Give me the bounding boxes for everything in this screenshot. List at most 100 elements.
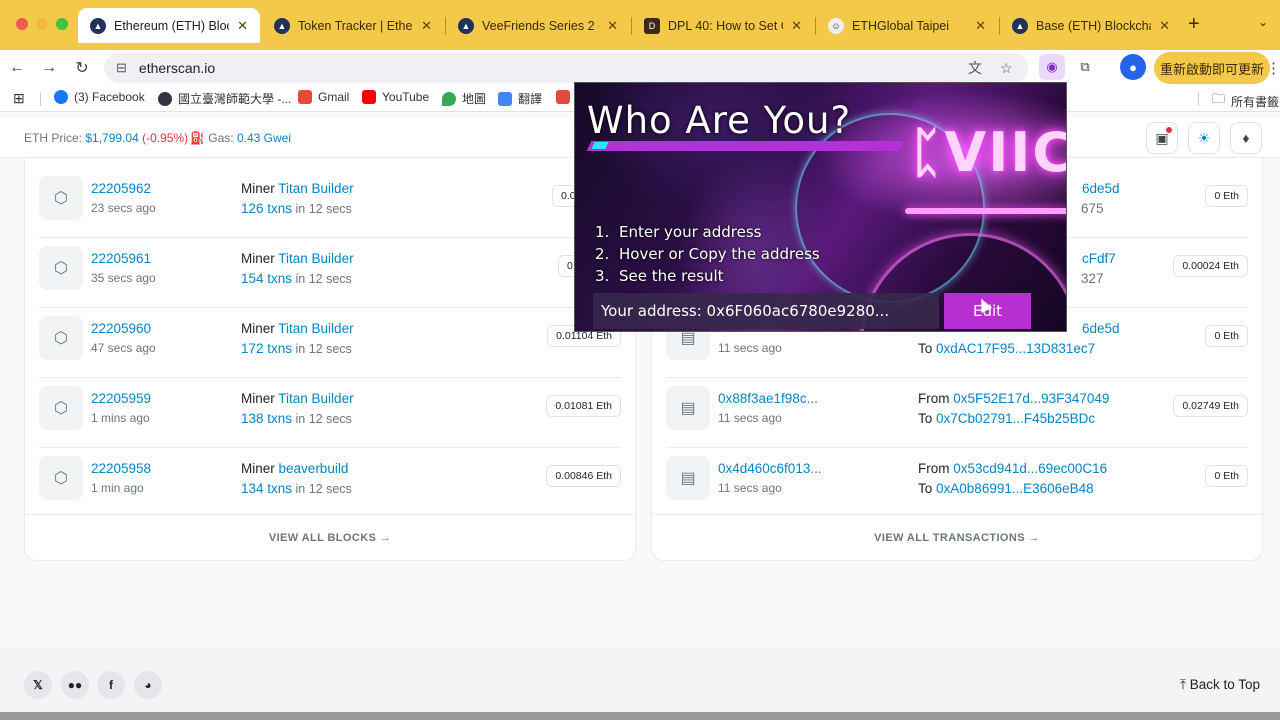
maximize-window-button[interactable] bbox=[56, 18, 68, 30]
txns-link[interactable]: 138 txns bbox=[241, 411, 292, 426]
tab-etherscan-home[interactable]: ▲ Ethereum (ETH) Blockc ✕ bbox=[78, 8, 260, 43]
tx-to-link[interactable]: 675 bbox=[1081, 201, 1104, 216]
tx-from: From 0x5F52E17d...93F347049 bbox=[918, 391, 1109, 406]
extensions-puzzle-icon[interactable]: ⧉ bbox=[1072, 54, 1098, 80]
block-number-link[interactable]: 22205958 bbox=[91, 461, 151, 476]
tab-search-chevron-icon[interactable]: ⌄ bbox=[1258, 15, 1268, 29]
bookmark-youtube[interactable]: YouTube bbox=[362, 90, 429, 104]
site-settings-icon[interactable]: ⊟ bbox=[116, 60, 127, 76]
close-tab-icon[interactable]: ✕ bbox=[237, 18, 248, 34]
all-bookmarks[interactable]: 🗀 所有書籤 bbox=[1212, 90, 1279, 112]
tab-token-tracker[interactable]: ▲ Token Tracker | Etherscan ✕ bbox=[262, 8, 444, 43]
block-cube-icon: ⬡ bbox=[39, 176, 83, 220]
tx-to-link[interactable]: 327 bbox=[1081, 271, 1104, 286]
minimize-window-button[interactable] bbox=[36, 18, 48, 30]
tx-from-link[interactable]: 0x53cd941d...69ec00C16 bbox=[953, 461, 1107, 476]
extension-popup-icon[interactable]: ◉ bbox=[1039, 54, 1065, 80]
chrome-menu-icon[interactable]: ⋮ bbox=[1266, 59, 1280, 77]
ethereum-network-icon[interactable]: ♦ bbox=[1230, 122, 1262, 154]
miner-link[interactable]: Titan Builder bbox=[278, 391, 353, 406]
tx-from-link[interactable]: 6de5d bbox=[1082, 181, 1120, 196]
tx-hash-link[interactable]: 0x4d460c6f013... bbox=[718, 461, 822, 476]
theme-toggle-icon[interactable]: ☀ bbox=[1188, 122, 1220, 154]
medium-icon[interactable]: ●● bbox=[61, 671, 89, 699]
back-button[interactable]: ← bbox=[5, 56, 29, 80]
miner-label: Miner bbox=[241, 181, 275, 196]
miner-link[interactable]: beaverbuild bbox=[279, 461, 349, 476]
miner-label: Miner bbox=[241, 321, 275, 336]
block-number-link[interactable]: 22205962 bbox=[91, 181, 151, 196]
tab-label: Base (ETH) Blockchain bbox=[1036, 18, 1151, 33]
bookmark-facebook[interactable]: (3) Facebook bbox=[54, 90, 145, 104]
tx-to-link[interactable]: 0xA0b86991...E3606eB48 bbox=[936, 481, 1094, 496]
txns-time: in 12 secs bbox=[295, 482, 352, 496]
txns-link[interactable]: 172 txns bbox=[241, 341, 292, 356]
tab-veefriends[interactable]: ▲ VeeFriends Series 2 (VF ✕ bbox=[446, 8, 630, 43]
view-all-blocks-link[interactable]: VIEW ALL BLOCKS → bbox=[25, 514, 635, 560]
page-footer: 𝕏 ●● f ◕ ⤒ Back to Top bbox=[0, 648, 1280, 720]
bookmark-star-icon[interactable]: ☆ bbox=[1000, 53, 1013, 83]
block-reward: 0.01081 Eth bbox=[546, 395, 621, 417]
new-tab-button[interactable]: + bbox=[1188, 13, 1200, 35]
view-all-transactions-link[interactable]: VIEW ALL TRANSACTIONS → bbox=[652, 514, 1262, 560]
reddit-icon[interactable]: ◕ bbox=[134, 671, 162, 699]
miner-link[interactable]: Titan Builder bbox=[278, 251, 353, 266]
ntnu-icon bbox=[158, 91, 172, 106]
eth-price-link[interactable]: $1,799.04 bbox=[85, 131, 138, 145]
translate-icon[interactable]: 文 bbox=[968, 53, 982, 83]
tx-from-link[interactable]: cFdf7 bbox=[1082, 251, 1116, 266]
gas-stat: ⛽ Gas: 0.43 Gwei bbox=[190, 131, 291, 145]
ethglobal-favicon-icon: ☺ bbox=[828, 17, 844, 34]
tx-from-link[interactable]: 0x5F52E17d...93F347049 bbox=[953, 391, 1109, 406]
txns-link[interactable]: 134 txns bbox=[241, 481, 292, 496]
txns-link[interactable]: 154 txns bbox=[241, 271, 292, 286]
close-tab-icon[interactable]: ✕ bbox=[607, 18, 618, 34]
reload-button[interactable]: ↻ bbox=[70, 56, 94, 80]
profile-avatar[interactable]: ● bbox=[1120, 54, 1146, 80]
miner-link[interactable]: Titan Builder bbox=[278, 181, 353, 196]
gmail-icon bbox=[556, 90, 570, 104]
tx-to-link[interactable]: 0xdAC17F95...13D831ec7 bbox=[936, 341, 1095, 356]
tab-dpl40[interactable]: D DPL 40: How to Set Cu ✕ bbox=[632, 8, 814, 43]
tx-from-link[interactable]: 6de5d bbox=[1082, 321, 1120, 336]
gas-value-link[interactable]: 0.43 Gwei bbox=[237, 131, 291, 145]
tx-to-link[interactable]: 0x7Cb02791...F45b25BDc bbox=[936, 411, 1095, 426]
url-text: etherscan.io bbox=[138, 60, 216, 76]
tab-ethglobal[interactable]: ☺ ETHGlobal Taipei ✕ bbox=[816, 8, 998, 43]
address-bar[interactable]: ⊟ etherscan.io 文 ☆ bbox=[104, 53, 1028, 83]
apps-grid-icon[interactable]: ⊞ bbox=[13, 90, 25, 107]
x-icon[interactable]: 𝕏 bbox=[24, 671, 52, 699]
txns-time: in 12 secs bbox=[295, 272, 352, 286]
miner-link[interactable]: Titan Builder bbox=[278, 321, 353, 336]
block-number-link[interactable]: 22205961 bbox=[91, 251, 151, 266]
close-tab-icon[interactable]: ✕ bbox=[791, 18, 802, 34]
os-taskbar bbox=[0, 712, 1280, 720]
tab-label: ETHGlobal Taipei bbox=[852, 18, 950, 33]
bookmark-gmail-2[interactable] bbox=[556, 90, 570, 104]
close-tab-icon[interactable]: ✕ bbox=[1159, 18, 1170, 34]
bookmark-maps[interactable]: 地圖 bbox=[442, 90, 486, 107]
close-tab-icon[interactable]: ✕ bbox=[975, 18, 986, 34]
tx-hash-link[interactable]: 0x88f3ae1f98c... bbox=[718, 391, 818, 406]
wallet-connect-icon[interactable]: ▣ bbox=[1146, 122, 1178, 154]
block-number-link[interactable]: 22205959 bbox=[91, 391, 151, 406]
bookmark-label: YouTube bbox=[382, 90, 430, 104]
facebook-icon[interactable]: f bbox=[97, 671, 125, 699]
tx-age: 11 secs ago bbox=[718, 411, 782, 425]
close-window-button[interactable] bbox=[16, 18, 28, 30]
bookmark-translate[interactable]: 翻譯 bbox=[498, 90, 542, 107]
bookmark-ntnu[interactable]: 國立臺灣師範大學 -... bbox=[158, 90, 291, 107]
bookmark-separator bbox=[40, 92, 41, 106]
tab-label: Token Tracker | Etherscan bbox=[298, 18, 413, 33]
back-to-top-link[interactable]: ⤒ Back to Top bbox=[1180, 677, 1260, 693]
txns-link[interactable]: 126 txns bbox=[241, 201, 292, 216]
close-tab-icon[interactable]: ✕ bbox=[421, 18, 432, 34]
bookmark-gmail[interactable]: Gmail bbox=[298, 90, 349, 104]
forward-button[interactable]: → bbox=[37, 56, 61, 80]
update-chrome-button[interactable]: 重新啟動即可更新 bbox=[1154, 52, 1270, 84]
address-display[interactable]: Your address: 0x6F060ac6780e9280... bbox=[593, 293, 939, 329]
tx-to: To 0xA0b86991...E3606eB48 bbox=[918, 481, 1094, 496]
block-number-link[interactable]: 22205960 bbox=[91, 321, 151, 336]
notification-dot bbox=[1166, 127, 1172, 133]
tab-base[interactable]: ▲ Base (ETH) Blockchain ✕ bbox=[1000, 8, 1182, 43]
